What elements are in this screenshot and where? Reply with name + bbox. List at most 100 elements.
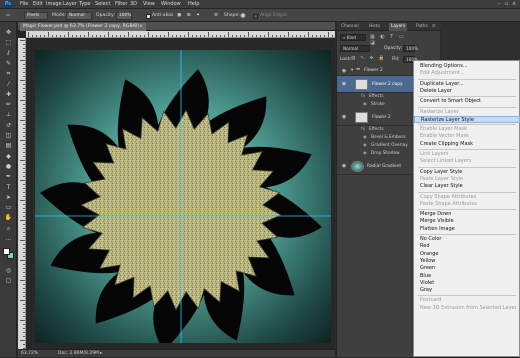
- menu-item-blending-options[interactable]: Blending Options...: [414, 63, 520, 70]
- menu-image[interactable]: Image: [46, 1, 62, 8]
- ruler-minor-tick: [220, 35, 221, 37]
- menu-item-red[interactable]: Red: [414, 243, 520, 250]
- menu-layer[interactable]: Layer: [63, 1, 77, 8]
- healing-tool-icon[interactable]: ✚: [3, 90, 14, 99]
- eyedropper-tool-icon[interactable]: ⁄: [3, 80, 14, 89]
- ruler-minor-tick: [32, 35, 33, 37]
- close-icon[interactable]: ×: [139, 23, 143, 31]
- menu-item-flatten-image[interactable]: Flatten Image: [414, 226, 520, 233]
- pen-tool-icon[interactable]: ✒: [3, 172, 14, 181]
- menu-item-delete-layer[interactable]: Delete Layer: [414, 88, 520, 95]
- menu-select[interactable]: Select: [95, 1, 110, 8]
- eye-icon[interactable]: ◉: [341, 163, 347, 169]
- eye-icon[interactable]: ◉: [363, 142, 367, 150]
- menu-item-duplicate-layer[interactable]: Duplicate Layer...: [414, 81, 520, 88]
- foreground-color-swatch[interactable]: [3, 248, 10, 255]
- panel-menu-icon[interactable]: ≡: [430, 23, 438, 31]
- blend-mode-select[interactable]: Normal: [66, 12, 92, 20]
- lock-icons[interactable]: ▧ ✎ ✥ 🔒: [351, 56, 386, 61]
- menu-file[interactable]: File: [20, 1, 28, 8]
- shape-preview-icon[interactable]: ✺: [240, 12, 246, 20]
- align-edges-checkbox[interactable]: [253, 14, 258, 19]
- menu-item-merge-down[interactable]: Merge Down: [414, 211, 520, 218]
- quick-select-tool-icon[interactable]: ✎: [3, 59, 14, 68]
- filter-icons[interactable]: ▦ ◐ T ▭ ◪: [370, 34, 406, 46]
- menu-item-copy-layer-style[interactable]: Copy Layer Style: [414, 169, 520, 176]
- shape-tool-icon[interactable]: ▭: [3, 203, 14, 212]
- menu-item-blue[interactable]: Blue: [414, 273, 520, 280]
- canvas[interactable]: [35, 50, 331, 343]
- more-tools-icon[interactable]: …: [3, 234, 14, 243]
- eye-icon[interactable]: ◉: [341, 81, 347, 87]
- panel-tab-paths[interactable]: Paths: [414, 23, 430, 31]
- settings-icon[interactable]: ⚙: [214, 12, 218, 20]
- eye-icon[interactable]: ◉: [363, 101, 367, 109]
- menu-edit[interactable]: Edit: [33, 1, 43, 8]
- menu-item-yellow[interactable]: Yellow: [414, 258, 520, 265]
- eye-icon[interactable]: ◉: [363, 150, 367, 158]
- menu-window[interactable]: Window: [161, 1, 181, 8]
- menu-item-convert-to-smart-object[interactable]: Convert to Smart Object: [414, 98, 520, 105]
- antialias-checkbox[interactable]: [146, 14, 151, 19]
- ruler-minor-tick: [224, 35, 225, 37]
- canvas-area[interactable]: [26, 38, 335, 349]
- quick-mask-icon[interactable]: ◎: [3, 266, 14, 275]
- clone-stamp-tool-icon[interactable]: ⊥: [3, 110, 14, 119]
- tool-mode-select[interactable]: Pixels: [24, 12, 48, 20]
- menu-filter[interactable]: Filter: [115, 1, 127, 8]
- gradient-tool-icon[interactable]: ▤: [3, 141, 14, 150]
- menu-item-merge-visible[interactable]: Merge Visible: [414, 218, 520, 225]
- vertical-ruler[interactable]: [18, 38, 26, 349]
- mode-label: Mode:: [52, 13, 67, 18]
- menu-item-clear-layer-style[interactable]: Clear Layer Style: [414, 183, 520, 190]
- kind-filter-select[interactable]: ⌕ Kind: [340, 34, 366, 41]
- opacity-input[interactable]: 100%: [116, 12, 132, 20]
- path-operations-icons[interactable]: ▣ ⊞ ✦: [177, 12, 207, 20]
- move-tool-icon[interactable]: ✥: [3, 28, 14, 37]
- effects-icon[interactable]: fx: [361, 93, 365, 101]
- panel-tab-histo[interactable]: Histo: [367, 23, 382, 31]
- menu-item-orange[interactable]: Orange: [414, 251, 520, 258]
- dodge-tool-icon[interactable]: ●: [3, 162, 14, 171]
- eye-icon[interactable]: ◉: [363, 134, 367, 142]
- menu-item-no-color[interactable]: No Color: [414, 236, 520, 243]
- eraser-tool-icon[interactable]: ◫: [3, 131, 14, 140]
- type-tool-icon[interactable]: T: [3, 183, 14, 192]
- menu-help[interactable]: Help: [188, 1, 199, 8]
- ruler-minor-tick: [23, 44, 25, 45]
- effects-icon[interactable]: fx: [361, 126, 365, 134]
- screen-mode-icon[interactable]: ▢: [3, 276, 14, 285]
- layer-blend-mode-select[interactable]: Normal: [340, 45, 370, 52]
- menu-item-create-clipping-mask[interactable]: Create Clipping Mask: [414, 141, 520, 148]
- history-brush-tool-icon[interactable]: ↺: [3, 121, 14, 130]
- restore-icon[interactable]: ▫: [505, 1, 508, 8]
- menu-item-green[interactable]: Green: [414, 265, 520, 272]
- minimize-icon[interactable]: –: [498, 1, 501, 8]
- ruler-minor-tick: [212, 35, 213, 37]
- panel-tab-channel[interactable]: Channel: [339, 23, 361, 31]
- ruler-minor-tick: [236, 35, 237, 37]
- tool-preset-icon[interactable]: ▭: [3, 12, 13, 20]
- layer-opacity-input[interactable]: 100%: [403, 45, 418, 52]
- menu-item-gray[interactable]: Gray: [414, 287, 520, 294]
- lasso-tool-icon[interactable]: ℓ: [3, 49, 14, 58]
- eye-icon[interactable]: ◉: [341, 114, 347, 120]
- brush-tool-icon[interactable]: ✏: [3, 100, 14, 109]
- close-window-icon[interactable]: ×: [512, 1, 516, 8]
- crop-tool-icon[interactable]: ⌗: [3, 69, 14, 78]
- menu-item-rasterize-layer-style[interactable]: Rasterize Layer Style: [414, 115, 520, 124]
- zoom-tool-icon[interactable]: ⌕: [3, 224, 14, 233]
- chevron-down-icon[interactable]: ▾: [351, 68, 353, 73]
- document-tab[interactable]: Magic Flower.psd @ 63.7% (Flower 2 copy,…: [20, 23, 146, 31]
- hand-tool-icon[interactable]: ✋: [3, 213, 14, 222]
- marquee-tool-icon[interactable]: ⬚: [3, 38, 14, 47]
- horizontal-ruler[interactable]: [26, 31, 335, 38]
- menu-view[interactable]: View: [143, 1, 155, 8]
- eye-icon[interactable]: ◉: [341, 68, 347, 74]
- menu-3d[interactable]: 3D: [130, 1, 137, 8]
- menu-item-violet[interactable]: Violet: [414, 280, 520, 287]
- path-select-tool-icon[interactable]: ➤: [3, 193, 14, 202]
- blur-tool-icon[interactable]: ◆: [3, 152, 14, 161]
- panel-tab-layers[interactable]: Layers: [389, 23, 408, 31]
- menu-type[interactable]: Type: [79, 1, 90, 8]
